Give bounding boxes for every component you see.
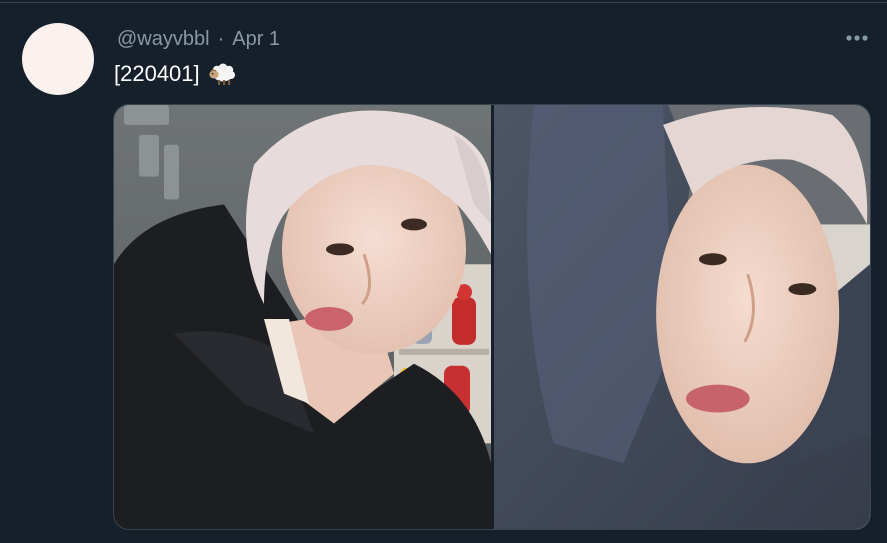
- avatar[interactable]: [22, 23, 94, 95]
- more-options-icon: [846, 35, 868, 41]
- more-options-button[interactable]: [840, 26, 874, 50]
- tweet-date[interactable]: Apr 1: [232, 28, 280, 51]
- sheep-icon: [208, 62, 236, 86]
- photo-selfie-black-hoodie[interactable]: [114, 105, 491, 529]
- separator-dot: ·: [217, 27, 225, 50]
- photo-right-image: [494, 105, 870, 529]
- tweet-header: @wayvbbl · Apr 1: [117, 27, 280, 51]
- user-handle[interactable]: @wayvbbl: [117, 28, 210, 51]
- tweet[interactable]: @wayvbbl · Apr 1 [220401]: [0, 0, 887, 543]
- photo-left-image: [114, 105, 491, 529]
- media-grid: [113, 104, 871, 530]
- tweet-text: [220401]: [114, 59, 236, 89]
- photo-selfie-gray-hood-up[interactable]: [494, 105, 870, 529]
- tweet-text-content: [220401]: [114, 61, 200, 86]
